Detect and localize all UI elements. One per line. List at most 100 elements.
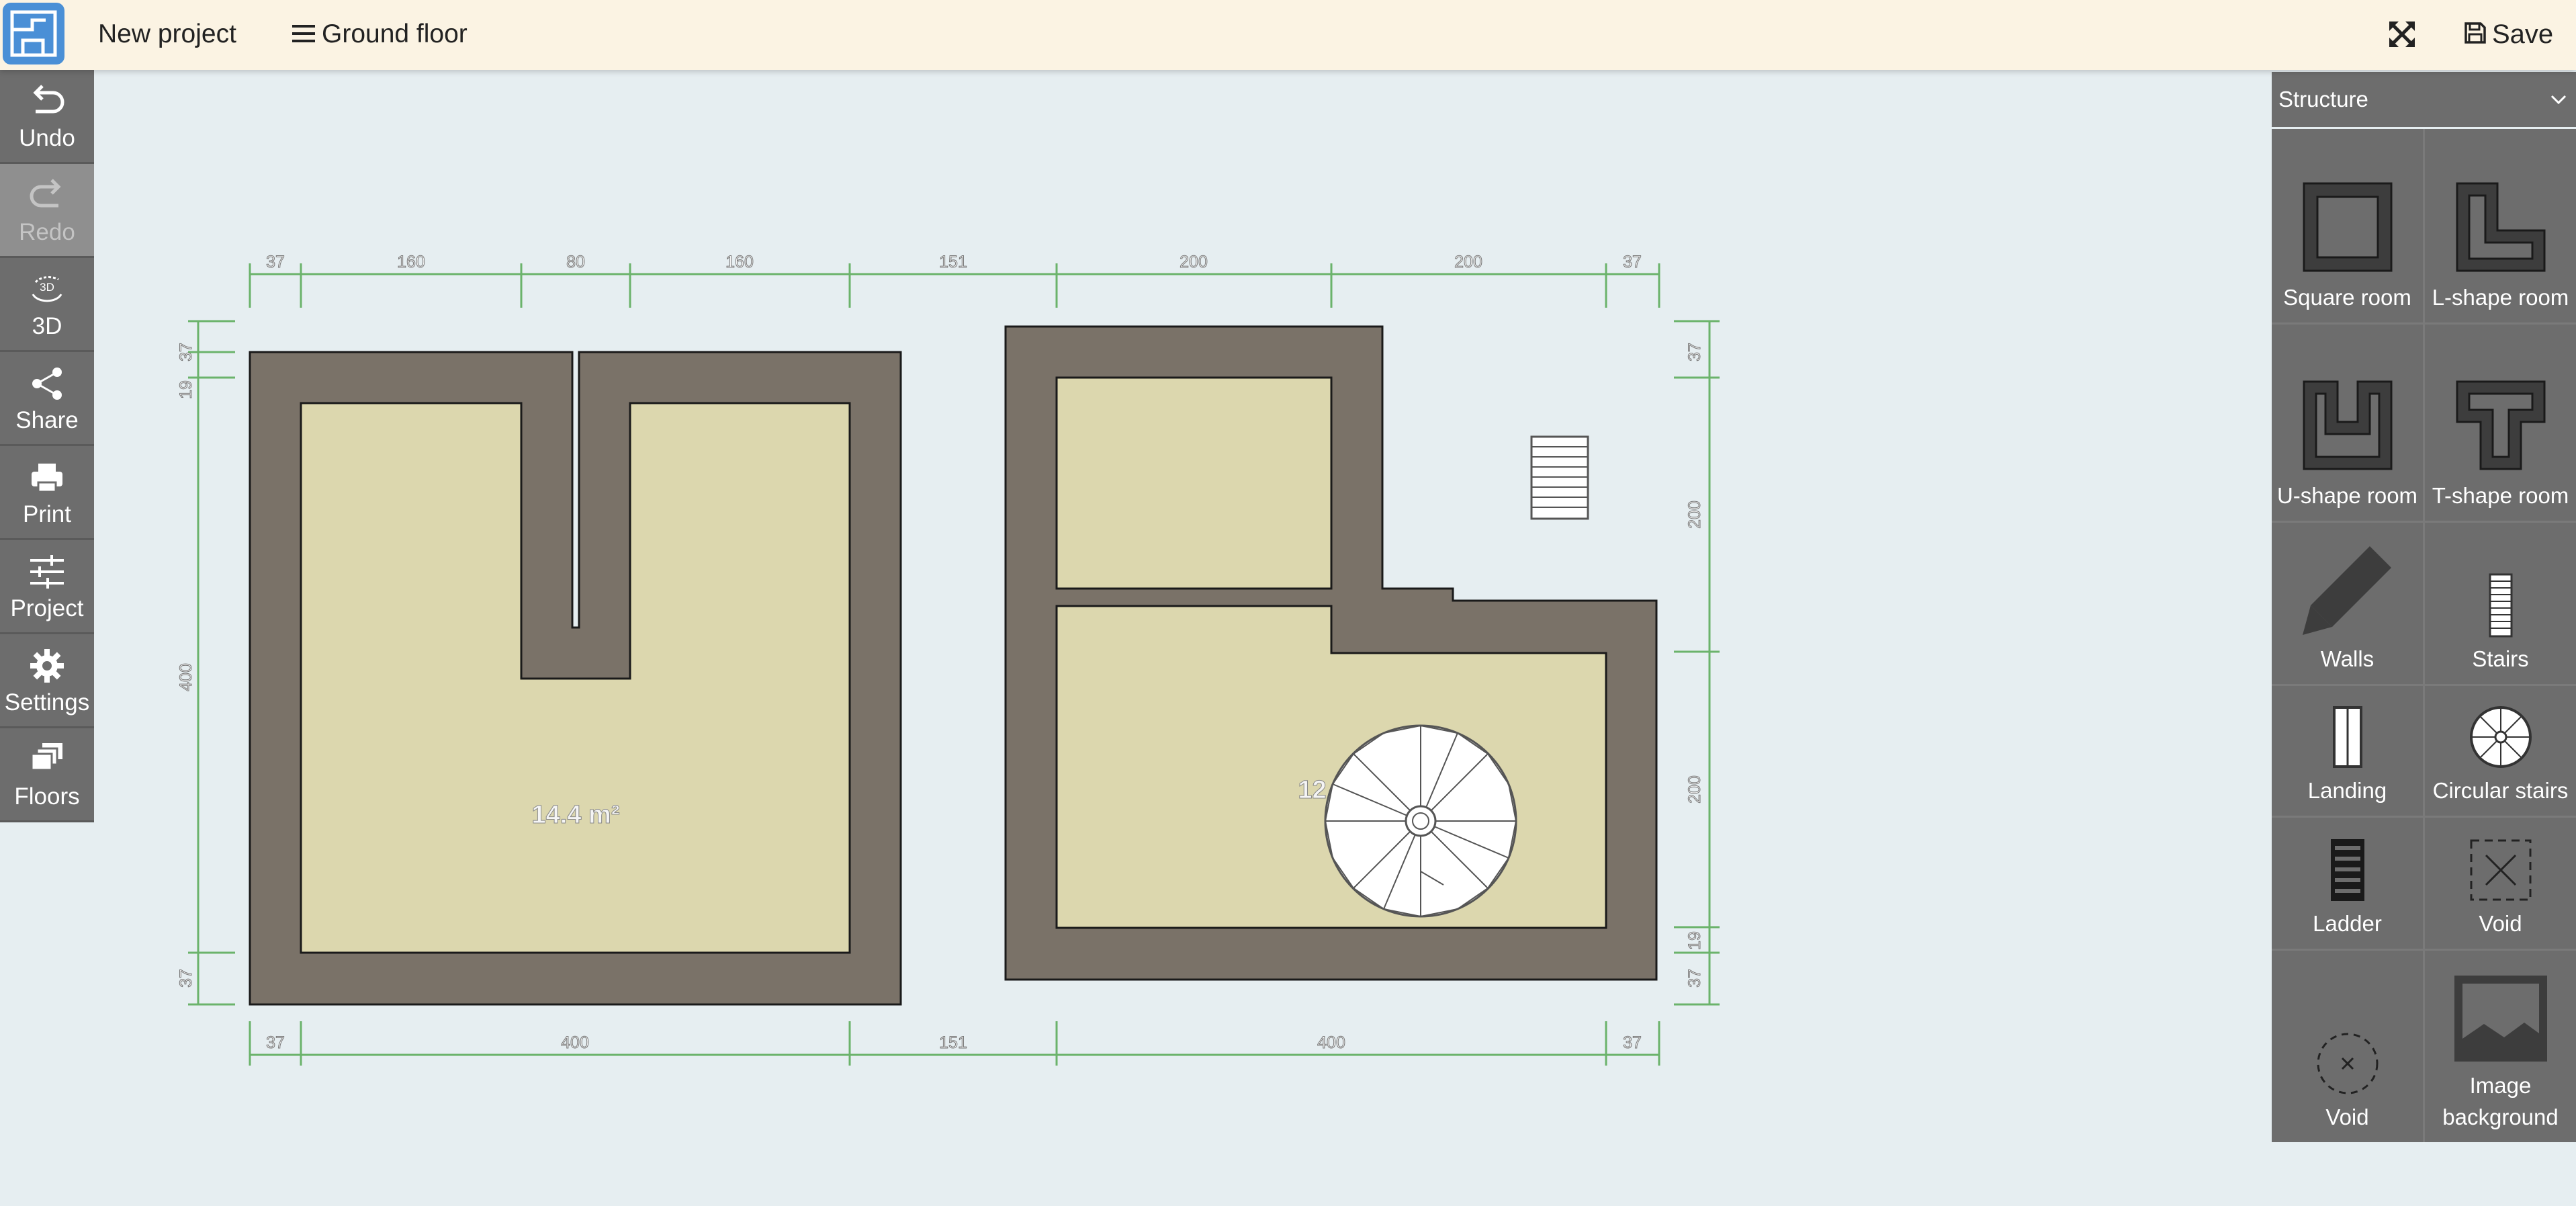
settings-button[interactable]: Settings: [0, 634, 94, 728]
walls-button[interactable]: Walls: [2272, 523, 2423, 684]
circular-stairs-button[interactable]: Circular stairs: [2425, 686, 2576, 816]
print-button[interactable]: Print: [0, 446, 94, 540]
dim-bottom-3: 151: [939, 1033, 967, 1052]
dim-bottom-5: 37: [1623, 1033, 1642, 1052]
dim-top-2: 160: [397, 253, 425, 271]
circular-stairs-object[interactable]: [1324, 724, 1517, 918]
dim-left-3: 400: [177, 663, 195, 691]
dim-right-4: 19: [1685, 931, 1704, 950]
dim-right-5: 37: [1685, 969, 1704, 988]
3d-label: 3D: [32, 312, 62, 339]
palette-label: L-shape room: [2432, 285, 2569, 310]
stairs-object[interactable]: [1530, 435, 1589, 520]
settings-label: Settings: [4, 689, 90, 716]
palette-label: T-shape room: [2432, 483, 2569, 508]
project-name[interactable]: New project: [98, 17, 236, 51]
floors-button[interactable]: Floors: [0, 728, 94, 822]
void-square-icon: [2470, 839, 2531, 901]
floor-menu[interactable]: Ground floor: [292, 17, 468, 51]
palette-label: Image background: [2442, 1073, 2559, 1129]
void-circle-button[interactable]: Void: [2272, 951, 2423, 1142]
dim-top-3: 80: [566, 253, 585, 271]
square-room-icon: [2303, 182, 2392, 272]
palette-label: Walls: [2320, 646, 2374, 671]
landing-icon: [2332, 706, 2362, 768]
u-shape-room-icon: [2303, 380, 2392, 470]
stairs-icon: [2489, 573, 2512, 638]
category-label: Structure: [2278, 87, 2368, 112]
project-button[interactable]: Project: [0, 540, 94, 634]
dim-left-1: 37: [177, 343, 195, 361]
fullscreen-button[interactable]: [2388, 20, 2416, 48]
room-left[interactable]: 14.4 m²: [249, 351, 902, 1006]
t-shape-room-icon: [2456, 380, 2545, 470]
palette-label: U-shape room: [2276, 483, 2418, 508]
palette-label: Square room: [2283, 285, 2411, 310]
ladder-icon: [2330, 839, 2364, 901]
dim-top-8: 37: [1623, 253, 1642, 271]
dimension-bottom: 37 400 151 400 37: [249, 1021, 1660, 1066]
room-left-area: 14.4 m²: [532, 801, 620, 829]
3d-rotate-icon: 3D: [32, 275, 62, 302]
plan-canvas[interactable]: .dim { stroke:#6bb36b; stroke-width:3; f…: [94, 70, 2270, 1203]
ladder-button[interactable]: Ladder: [2272, 818, 2423, 949]
dim-top-7: 200: [1454, 253, 1482, 271]
l-shape-room-icon: [2456, 182, 2545, 272]
dimension-left: 37 19 400 37: [177, 320, 235, 1006]
dimension-top: 37 160 80 160 151 200 200 37: [249, 253, 1660, 308]
save-button[interactable]: Save: [2464, 17, 2553, 51]
palette-label: Ladder: [2313, 911, 2382, 936]
palette-label: Void: [2325, 1105, 2369, 1129]
menu-icon: [292, 24, 315, 42]
floor-menu-label: Ground floor: [322, 19, 468, 48]
stairs-button[interactable]: Stairs: [2425, 523, 2576, 684]
top-bar: New project Ground floor Save: [0, 0, 2576, 70]
image-background-button[interactable]: Image background: [2425, 951, 2576, 1142]
dim-top-5: 151: [939, 253, 967, 271]
dim-top-1: 37: [266, 253, 285, 271]
pencil-icon: [2302, 546, 2391, 635]
dim-top-6: 200: [1180, 253, 1208, 271]
app-logo-icon[interactable]: [3, 3, 64, 64]
category-select[interactable]: Structure: [2272, 72, 2576, 127]
project-label: Project: [10, 595, 84, 621]
structure-palette: Square room L-shape room U-shape room T-…: [2272, 129, 2576, 1142]
dim-right-1: 37: [1685, 343, 1704, 361]
print-label: Print: [23, 501, 71, 527]
dim-left-4: 37: [177, 969, 195, 988]
circular-stairs-icon: [2469, 706, 2532, 768]
dim-bottom-2: 400: [561, 1033, 589, 1052]
l-shape-room-button[interactable]: L-shape room: [2425, 129, 2576, 322]
t-shape-room-button[interactable]: T-shape room: [2425, 325, 2576, 521]
svg-text:3D: 3D: [40, 281, 54, 294]
expand-icon: [2389, 21, 2415, 47]
square-room-button[interactable]: Square room: [2272, 129, 2423, 322]
dim-right-2: 200: [1685, 501, 1704, 529]
dim-bottom-1: 37: [266, 1033, 285, 1052]
floors-label: Floors: [14, 783, 80, 810]
save-label: Save: [2492, 19, 2554, 49]
share-button[interactable]: Share: [0, 352, 94, 446]
palette-label: Landing: [2307, 778, 2387, 803]
landing-button[interactable]: Landing: [2272, 686, 2423, 816]
undo-button[interactable]: Undo: [0, 70, 94, 164]
u-shape-room-button[interactable]: U-shape room: [2272, 325, 2423, 521]
share-icon: [32, 367, 62, 400]
palette-label: Circular stairs: [2432, 778, 2569, 803]
void-square-button[interactable]: Void: [2425, 818, 2576, 949]
structure-panel: Structure Square room L-shape room U-sha…: [2272, 72, 2576, 1142]
dim-right-3: 200: [1685, 775, 1704, 804]
redo-button[interactable]: Redo: [0, 164, 94, 258]
undo-icon: [33, 84, 64, 113]
palette-label: Void: [2479, 911, 2522, 936]
room-right[interactable]: 12 m²: [1004, 325, 1658, 981]
undo-label: Undo: [19, 124, 75, 151]
floor-plan[interactable]: .dim { stroke:#6bb36b; stroke-width:3; f…: [94, 70, 2270, 1203]
dimension-right: 37 200 200 19 37: [1674, 320, 1720, 1006]
dim-top-4: 160: [725, 253, 754, 271]
redo-label: Redo: [19, 218, 75, 245]
image-icon: [2454, 976, 2547, 1062]
share-label: Share: [15, 406, 79, 433]
palette-label: Stairs: [2472, 646, 2529, 671]
3d-button[interactable]: 3D 3D: [0, 258, 94, 352]
